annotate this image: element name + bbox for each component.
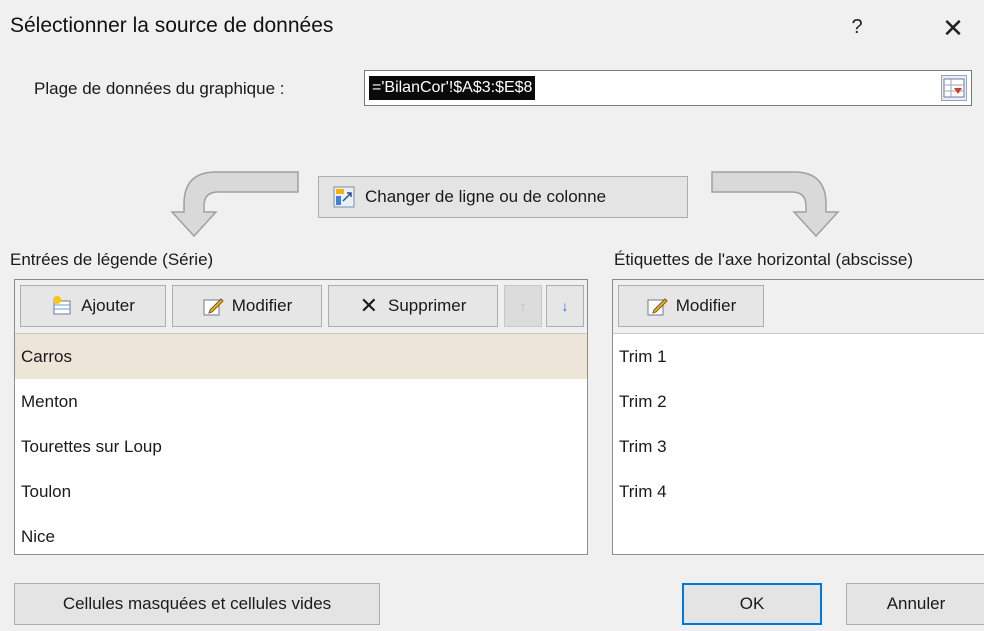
list-item[interactable]: Toulon [15, 469, 587, 514]
legend-panel: Ajouter Modifier ✕ Supprimer ↑ ↓ Carros M… [14, 279, 588, 555]
range-collapse-icon[interactable] [941, 75, 967, 101]
list-item[interactable]: Tourettes sur Loup [15, 424, 587, 469]
list-item[interactable]: Menton [15, 379, 587, 424]
edit-series-label: Modifier [231, 296, 293, 315]
edit-axis-label: Modifier [675, 296, 737, 315]
delete-series-label: Supprimer [388, 296, 467, 315]
edit-icon [647, 298, 668, 316]
legend-list: Carros Menton Tourettes sur Loup Toulon Nice [15, 334, 587, 559]
switch-row-column-button[interactable]: Changer de ligne ou de colonne [318, 176, 688, 218]
list-item[interactable]: Carros [15, 334, 587, 379]
left-curve-arrow-icon [170, 171, 299, 238]
cancel-label: Annuler [886, 594, 946, 613]
up-arrow-icon: ↑ [519, 298, 527, 314]
list-item[interactable]: Nice [15, 514, 587, 559]
dialog-title: Sélectionner la source de données [10, 14, 334, 37]
right-curve-arrow-icon [711, 171, 840, 238]
axis-panel: Modifier Trim 1 Trim 2 Trim 3 Trim 4 [612, 279, 984, 555]
down-arrow-icon: ↓ [561, 298, 569, 314]
legend-header: Entrées de légende (Série) [10, 250, 214, 269]
list-item[interactable]: Trim 2 [613, 379, 984, 424]
edit-axis-button[interactable]: Modifier [618, 285, 764, 327]
add-series-button[interactable]: Ajouter [20, 285, 166, 327]
axis-list: Trim 1 Trim 2 Trim 3 Trim 4 [613, 334, 984, 514]
legend-toolbar: Ajouter Modifier ✕ Supprimer ↑ ↓ [15, 280, 587, 334]
help-button[interactable]: ? [842, 12, 872, 42]
list-item[interactable]: Trim 3 [613, 424, 984, 469]
switch-row-column-label: Changer de ligne ou de colonne [365, 187, 607, 206]
hidden-empty-cells-label: Cellules masquées et cellules vides [62, 594, 332, 613]
close-button[interactable]: ✕ [936, 12, 970, 44]
ok-button[interactable]: OK [682, 583, 822, 625]
edit-series-button[interactable]: Modifier [172, 285, 322, 327]
hidden-empty-cells-button[interactable]: Cellules masquées et cellules vides [14, 583, 380, 625]
list-item[interactable]: Trim 4 [613, 469, 984, 514]
add-series-label: Ajouter [81, 296, 135, 315]
move-down-button[interactable]: ↓ [546, 285, 584, 327]
range-value: ='BilanCor'!$A$3:$E$8 [369, 76, 536, 100]
cancel-button[interactable]: Annuler [846, 583, 984, 625]
range-label-text: Plage de données du graphique : [34, 79, 285, 98]
edit-icon [203, 298, 224, 316]
ok-label: OK [739, 594, 765, 613]
range-label: Plage de données du graphique : [34, 79, 284, 99]
list-item[interactable]: Trim 1 [613, 334, 984, 379]
axis-header: Étiquettes de l'axe horizontal (abscisse… [614, 250, 914, 269]
axis-toolbar: Modifier [613, 280, 984, 334]
add-series-icon [53, 296, 71, 315]
range-input[interactable]: ='BilanCor'!$A$3:$E$8 [364, 70, 972, 106]
delete-series-button[interactable]: ✕ Supprimer [328, 285, 498, 327]
delete-icon: ✕ [359, 293, 378, 318]
move-up-button[interactable]: ↑ [504, 285, 542, 327]
switch-row-column-icon [333, 186, 355, 208]
